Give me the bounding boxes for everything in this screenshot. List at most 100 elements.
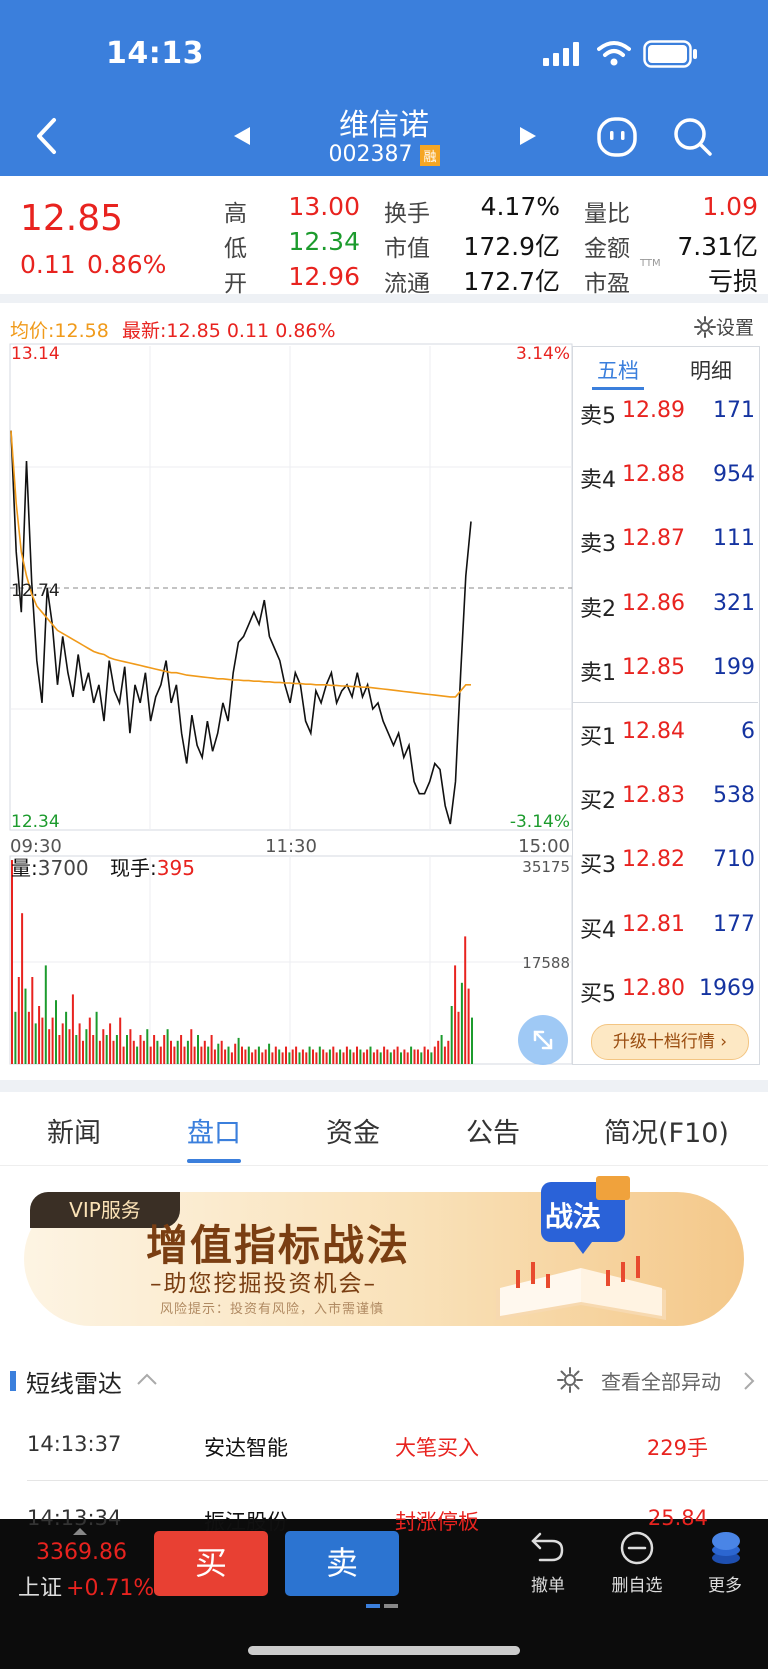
wifi-icon <box>597 41 631 66</box>
volume-bar <box>261 1052 264 1064</box>
volume-bar <box>163 1035 166 1064</box>
tab-detail[interactable]: 明细 <box>690 355 732 385</box>
volume-bar <box>301 1049 304 1064</box>
hand-label: 现手: <box>110 856 157 880</box>
more-button[interactable]: 更多 <box>685 1528 765 1598</box>
stock-code-line: 002387 融 <box>0 142 768 167</box>
volume-bar <box>416 1049 419 1064</box>
stock-code: 002387 <box>328 142 413 167</box>
more-icon <box>712 1532 740 1564</box>
volume-bar <box>122 1046 125 1064</box>
level-label: 卖2 <box>580 597 616 622</box>
volume-bar <box>386 1049 389 1064</box>
buy-level-row[interactable]: 买2 12.83 538 <box>580 783 755 814</box>
level-label: 买2 <box>580 789 616 814</box>
orderbook-divider <box>572 702 758 703</box>
x-tick-label: 11:30 <box>265 836 317 857</box>
radar-time: 14:13:34 <box>27 1506 122 1530</box>
quote-value: 12.34 <box>288 227 360 256</box>
radar-value: 229手 <box>646 1436 708 1460</box>
volume-bar <box>190 1029 193 1064</box>
volume-bar <box>437 1040 440 1064</box>
volume-bar <box>257 1046 260 1064</box>
view-all-movements-link[interactable]: 查看全部异动 <box>601 1366 721 1395</box>
radar-title: 短线雷达 <box>26 1370 122 1398</box>
volume-panel-frame <box>9 855 573 1065</box>
volume-bar <box>24 988 27 1064</box>
cancel-order-button[interactable]: 撤单 <box>508 1528 588 1598</box>
level-price: 12.84 <box>622 719 685 744</box>
tab-2[interactable]: 资金 <box>326 1111 380 1150</box>
level-price: 12.82 <box>622 847 685 872</box>
tab-4[interactable]: 简况(F10) <box>604 1111 729 1150</box>
sell-level-row[interactable]: 卖2 12.86 321 <box>580 591 755 622</box>
volume-bar <box>339 1049 342 1064</box>
index-quote[interactable]: 上证 +0.71% <box>18 1570 154 1602</box>
view-all-label: 查看全部异动 <box>601 1370 721 1394</box>
tab-five-level[interactable]: 五档 <box>597 355 639 385</box>
more-label: 更多 <box>708 1576 742 1596</box>
volume-bar <box>65 1011 68 1064</box>
sell-level-row[interactable]: 卖5 12.89 171 <box>580 398 755 429</box>
radar-stock-name[interactable]: 振江股份 <box>204 1506 288 1536</box>
chevron-right-icon <box>744 1372 755 1390</box>
sell-button[interactable]: 卖 <box>285 1531 399 1596</box>
chat-bot-icon[interactable] <box>596 116 638 158</box>
volume-bar <box>322 1049 325 1064</box>
volume-bar <box>173 1046 176 1064</box>
volume-value: 3700 <box>38 856 89 880</box>
tab-1[interactable]: 盘口 <box>187 1111 241 1150</box>
divider <box>0 1165 768 1166</box>
level-label: 买5 <box>580 982 616 1007</box>
sell-level-row[interactable]: 卖4 12.88 954 <box>580 462 755 493</box>
volume-bar <box>227 1046 230 1064</box>
chart-settings-button[interactable]: 设置 <box>694 313 754 340</box>
volume-bar <box>224 1049 227 1064</box>
buy-button[interactable]: 买 <box>154 1531 268 1596</box>
radar-time: 14:13:37 <box>27 1432 122 1456</box>
pct-low-label: -3.14% <box>510 812 570 832</box>
buy-level-row[interactable]: 买4 12.81 177 <box>580 912 755 943</box>
volume-bar <box>274 1046 277 1064</box>
next-stock-icon[interactable] <box>518 125 538 147</box>
volume-bar <box>383 1046 386 1064</box>
tab-3[interactable]: 公告 <box>466 1111 520 1150</box>
level-label: 买3 <box>580 853 616 878</box>
intraday-chart[interactable]: 13.14 3.14% 12.74 12.34 -3.14% 09:30 11:30 15:0… <box>0 310 575 1070</box>
radar-stock-name[interactable]: 安达智能 <box>204 1432 288 1462</box>
volume-bar <box>379 1052 382 1064</box>
tab-0[interactable]: 新闻 <box>47 1111 101 1150</box>
volume-bar <box>372 1052 375 1064</box>
sell-level-row[interactable]: 卖3 12.87 111 <box>580 526 755 557</box>
volume-bar <box>396 1046 399 1064</box>
price-low-label: 12.34 <box>11 812 60 832</box>
volume-bar <box>247 1046 250 1064</box>
quote-label: 高 <box>224 201 247 227</box>
quote-label: 流通 <box>384 271 430 297</box>
sell-level-row[interactable]: 卖1 12.85 199 <box>580 655 755 686</box>
upgrade-ten-level-button[interactable]: 升级十档行情 › <box>591 1024 749 1060</box>
search-icon[interactable] <box>672 116 714 158</box>
volume-bar <box>400 1052 402 1064</box>
buy-level-row[interactable]: 买1 12.84 6 <box>580 719 755 750</box>
signal-icon <box>543 42 579 66</box>
settings-icon[interactable] <box>556 1366 584 1394</box>
collapse-icon[interactable] <box>136 1372 158 1386</box>
volume-bar <box>308 1046 311 1064</box>
volume-bar <box>410 1046 413 1064</box>
volume-bar <box>234 1043 237 1064</box>
volume-bar <box>180 1035 183 1064</box>
remove-favorite-button[interactable]: 删自选 <box>597 1528 677 1598</box>
margin-badge: 融 <box>420 144 440 166</box>
volume-bar <box>44 965 47 1064</box>
volume-bar <box>356 1046 358 1064</box>
volume-bar <box>450 1006 453 1064</box>
volume-axis-mid: 17588 <box>522 954 570 972</box>
buy-level-row[interactable]: 买5 12.80 1969 <box>580 976 755 1007</box>
buy-level-row[interactable]: 买3 12.82 710 <box>580 847 755 878</box>
volume-bar <box>203 1040 206 1064</box>
volume-bar <box>139 1035 142 1064</box>
upgrade-label: 升级十档行情 <box>612 1032 715 1052</box>
fullscreen-button[interactable] <box>518 1015 568 1065</box>
price-panel-frame <box>9 343 573 831</box>
